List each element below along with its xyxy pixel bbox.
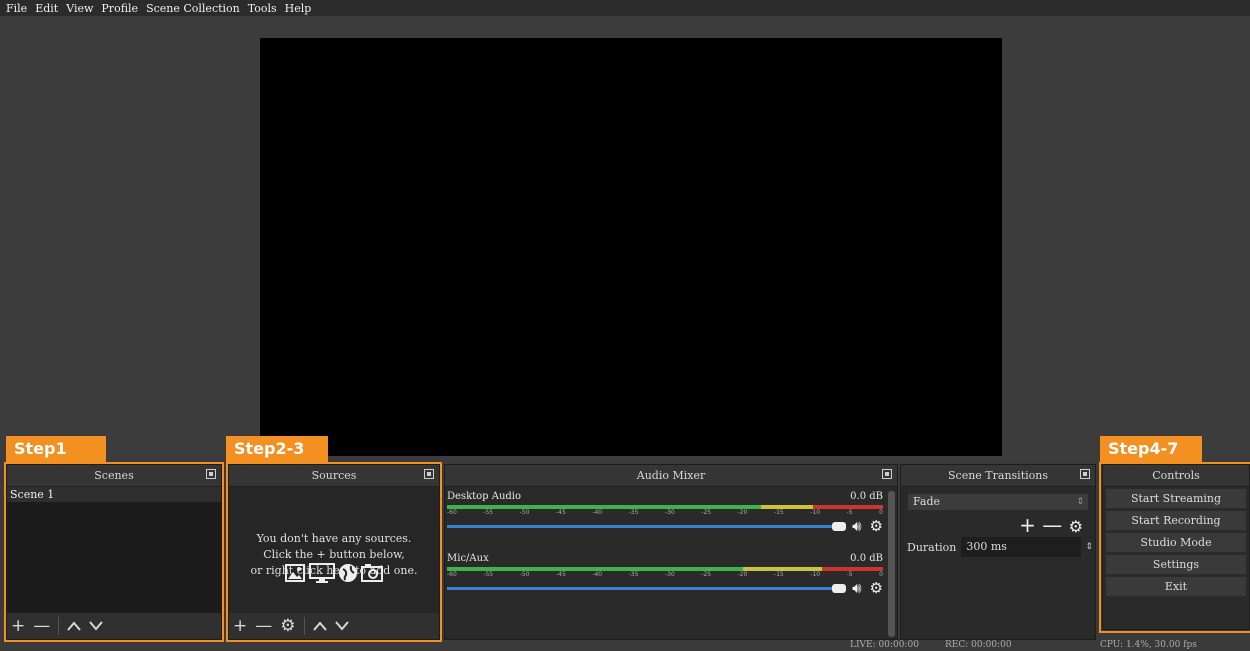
preview-canvas[interactable] (260, 38, 1002, 456)
meter-ticks: -60 -55 -50 -45 -40 -35 -30 -25 -20 -15 -10 -5 0 (447, 509, 883, 516)
slider-handle[interactable] (832, 521, 847, 531)
channel-name: Mic/Aux (447, 553, 489, 564)
menu-scene-collection[interactable]: Scene Collection (146, 2, 240, 15)
transition-select[interactable]: Fade ⇕ (907, 493, 1089, 511)
scene-transitions-dock: Scene Transitions Fade ⇕ + — ⚙ Duration … (900, 464, 1096, 640)
slider-handle[interactable] (832, 583, 847, 593)
channel-name: Desktop Audio (447, 491, 522, 502)
cpu-status: CPU: 1.4%, 30.00 fps (1100, 640, 1197, 650)
mixer-title-text: Audio Mixer (636, 469, 706, 482)
step4-7-label: Step4-7 (1100, 436, 1202, 462)
channel-level: 0.0 dB (850, 553, 883, 564)
remove-icon[interactable]: — (1042, 513, 1062, 537)
mixer-scrollbar[interactable] (888, 491, 895, 637)
menu-profile[interactable]: Profile (101, 2, 138, 15)
gear-icon[interactable]: ⚙ (1069, 517, 1083, 536)
speaker-icon[interactable]: 🔊︎ (852, 517, 861, 535)
speaker-icon[interactable]: 🔊︎ (852, 579, 861, 597)
undock-icon[interactable] (882, 469, 892, 479)
step2-3-label: Step2-3 (226, 436, 328, 462)
volume-slider[interactable] (447, 521, 847, 531)
meter-ticks: -60 -55 -50 -45 -40 -35 -30 -25 -20 -15 -10 -5 0 (447, 571, 883, 578)
channel-level: 0.0 dB (850, 491, 883, 502)
step1-label: Step1 (6, 436, 106, 462)
menu-edit[interactable]: Edit (35, 2, 58, 15)
volume-slider[interactable] (447, 583, 847, 593)
menu-tools[interactable]: Tools (248, 2, 277, 15)
duration-label: Duration (907, 540, 957, 554)
live-status: LIVE: 00:00:00 (850, 640, 919, 650)
add-icon[interactable]: + (1019, 513, 1036, 537)
step2-3-highlight (226, 462, 442, 642)
gear-icon[interactable]: ⚙ (870, 517, 883, 535)
menu-help[interactable]: Help (285, 2, 312, 15)
step1-highlight (4, 462, 224, 642)
transition-tools: + — ⚙ (1019, 513, 1083, 537)
transitions-title: Scene Transitions (901, 465, 1095, 487)
status-bar: LIVE: 00:00:00 REC: 00:00:00 CPU: 1.4%, … (0, 640, 1250, 651)
step4-7-highlight (1099, 462, 1250, 633)
menu-bar: File Edit View Profile Scene Collection … (0, 0, 1250, 16)
mixer-title: Audio Mixer (445, 465, 897, 487)
menu-view[interactable]: View (66, 2, 93, 15)
transitions-title-text: Scene Transitions (948, 469, 1048, 482)
mixer-channel-desktop: Desktop Audio 0.0 dB -60 -55 -50 -45 -40 -35-… (447, 491, 883, 535)
duration-row: Duration 300 ms ⇕ (907, 537, 1093, 557)
mixer-channel-mic: Mic/Aux 0.0 dB -60 -55 -50 -45 -40 -35 -30 -25-… (447, 553, 884, 597)
duration-spinbox[interactable]: 300 ms (961, 537, 1082, 557)
gear-icon[interactable]: ⚙ (870, 579, 883, 597)
updown-arrow-icon: ⇕ (1076, 497, 1084, 507)
undock-icon[interactable] (1080, 469, 1090, 479)
spinner-arrows-icon[interactable]: ⇕ (1085, 542, 1093, 552)
menu-file[interactable]: File (6, 2, 27, 15)
rec-status: REC: 00:00:00 (945, 640, 1012, 650)
transition-selected: Fade (913, 495, 940, 508)
audio-mixer-dock: Audio Mixer Desktop Audio 0.0 dB -60 -55-… (444, 464, 898, 640)
